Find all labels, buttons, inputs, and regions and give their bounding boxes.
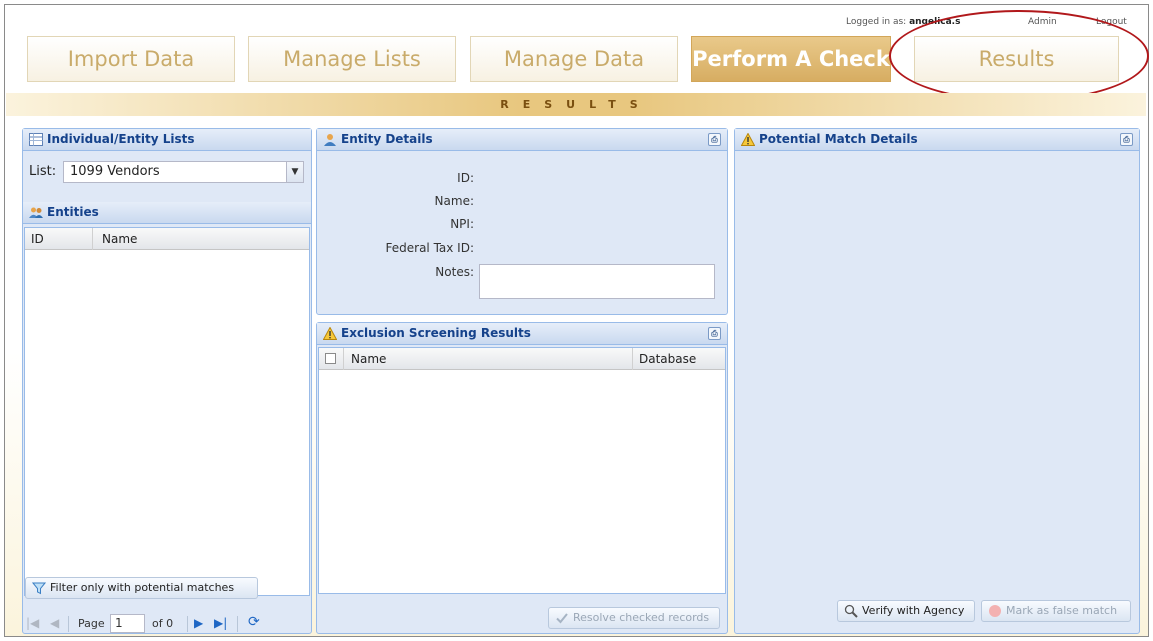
lists-panel-header: Individual/Entity Lists: [23, 129, 311, 151]
warning-icon: [323, 327, 337, 340]
chevron-down-icon[interactable]: ▼: [286, 162, 303, 182]
print-icon[interactable]: ⎙: [708, 327, 721, 340]
users-icon: [29, 207, 43, 218]
print-icon[interactable]: ⎙: [708, 133, 721, 146]
last-page-icon[interactable]: ▶|: [214, 616, 227, 630]
resolve-button-label: Resolve checked records: [573, 611, 710, 624]
entities-grid: ID Name: [24, 227, 310, 596]
prev-page-icon[interactable]: ◀: [50, 616, 59, 630]
nav-perform-check[interactable]: Perform A Check: [691, 36, 891, 82]
warning-icon: [741, 133, 755, 146]
section-banner: RESULTS: [6, 93, 1146, 116]
exclusion-grid: Name Database: [318, 347, 726, 594]
lists-panel-title: Individual/Entity Lists: [47, 132, 195, 146]
entities-grid-header: ID Name: [25, 228, 309, 250]
select-all-checkbox[interactable]: [325, 353, 336, 364]
verify-with-agency-button[interactable]: Verify with Agency: [837, 600, 975, 622]
cancel-icon: [989, 605, 1001, 617]
refresh-icon[interactable]: ⟳: [248, 614, 260, 630]
filter-potential-matches-button[interactable]: Filter only with potential matches: [25, 577, 258, 599]
logged-in-prefix: Logged in as:: [846, 17, 907, 27]
entities-panel-title: Entities: [47, 205, 99, 219]
exclusion-results-header: Exclusion Screening Results ⎙: [317, 323, 727, 345]
print-icon[interactable]: ⎙: [1120, 133, 1133, 146]
potential-match-panel: Potential Match Details ⎙ Verify with Ag…: [734, 128, 1140, 634]
column-name[interactable]: Name: [102, 232, 137, 246]
page-of-label: of 0: [152, 617, 174, 630]
filter-button-label: Filter only with potential matches: [50, 581, 235, 594]
exclusion-results-title: Exclusion Screening Results: [341, 326, 531, 340]
entities-panel-header: Entities: [23, 202, 311, 224]
npi-label: NPI:: [450, 217, 474, 231]
page-number-input[interactable]: 1: [110, 614, 145, 633]
user-icon: [324, 134, 336, 146]
potential-match-title: Potential Match Details: [759, 132, 918, 146]
magnifier-icon: [844, 604, 858, 618]
nav-manage-lists[interactable]: Manage Lists: [248, 36, 456, 82]
next-page-icon[interactable]: ▶: [194, 616, 203, 630]
federal-tax-id-label: Federal Tax ID:: [385, 241, 475, 255]
potential-match-header: Potential Match Details ⎙: [735, 129, 1139, 151]
entity-details-header: Entity Details ⎙: [317, 129, 727, 151]
mark-false-match-button[interactable]: Mark as false match: [981, 600, 1131, 622]
entity-details-title: Entity Details: [341, 132, 433, 146]
checkmark-icon: [556, 613, 568, 624]
notes-label: Notes:: [435, 265, 474, 279]
list-icon: [29, 133, 43, 146]
first-page-icon[interactable]: |◀: [26, 616, 39, 630]
entities-pager: |◀ ◀ Page 1 of 0 ▶ ▶| ⟳: [22, 614, 300, 634]
list-select[interactable]: 1099 Vendors ▼: [63, 161, 304, 183]
column-name[interactable]: Name: [351, 352, 386, 366]
resolve-checked-button[interactable]: Resolve checked records: [548, 607, 720, 629]
column-database[interactable]: Database: [639, 352, 696, 366]
list-select-value: 1099 Vendors: [70, 164, 160, 179]
highlight-circle: [889, 10, 1149, 102]
left-panel: Individual/Entity Lists List: 1099 Vendo…: [22, 128, 312, 634]
page-label: Page: [78, 617, 105, 630]
exclusion-results-panel: Exclusion Screening Results ⎙ Name Datab…: [316, 322, 728, 634]
filter-icon: [32, 582, 46, 595]
nav-import-data[interactable]: Import Data: [27, 36, 235, 82]
verify-button-label: Verify with Agency: [862, 604, 965, 617]
name-label: Name:: [434, 194, 474, 208]
list-label: List:: [29, 164, 57, 179]
column-id[interactable]: ID: [31, 232, 44, 246]
notes-field[interactable]: [479, 264, 715, 299]
false-match-button-label: Mark as false match: [1006, 604, 1118, 617]
entity-details-panel: Entity Details ⎙ ID: Name: NPI: Federal …: [316, 128, 728, 315]
exclusion-grid-header: Name Database: [319, 348, 725, 370]
nav-manage-data[interactable]: Manage Data: [470, 36, 678, 82]
id-label: ID:: [457, 171, 474, 185]
